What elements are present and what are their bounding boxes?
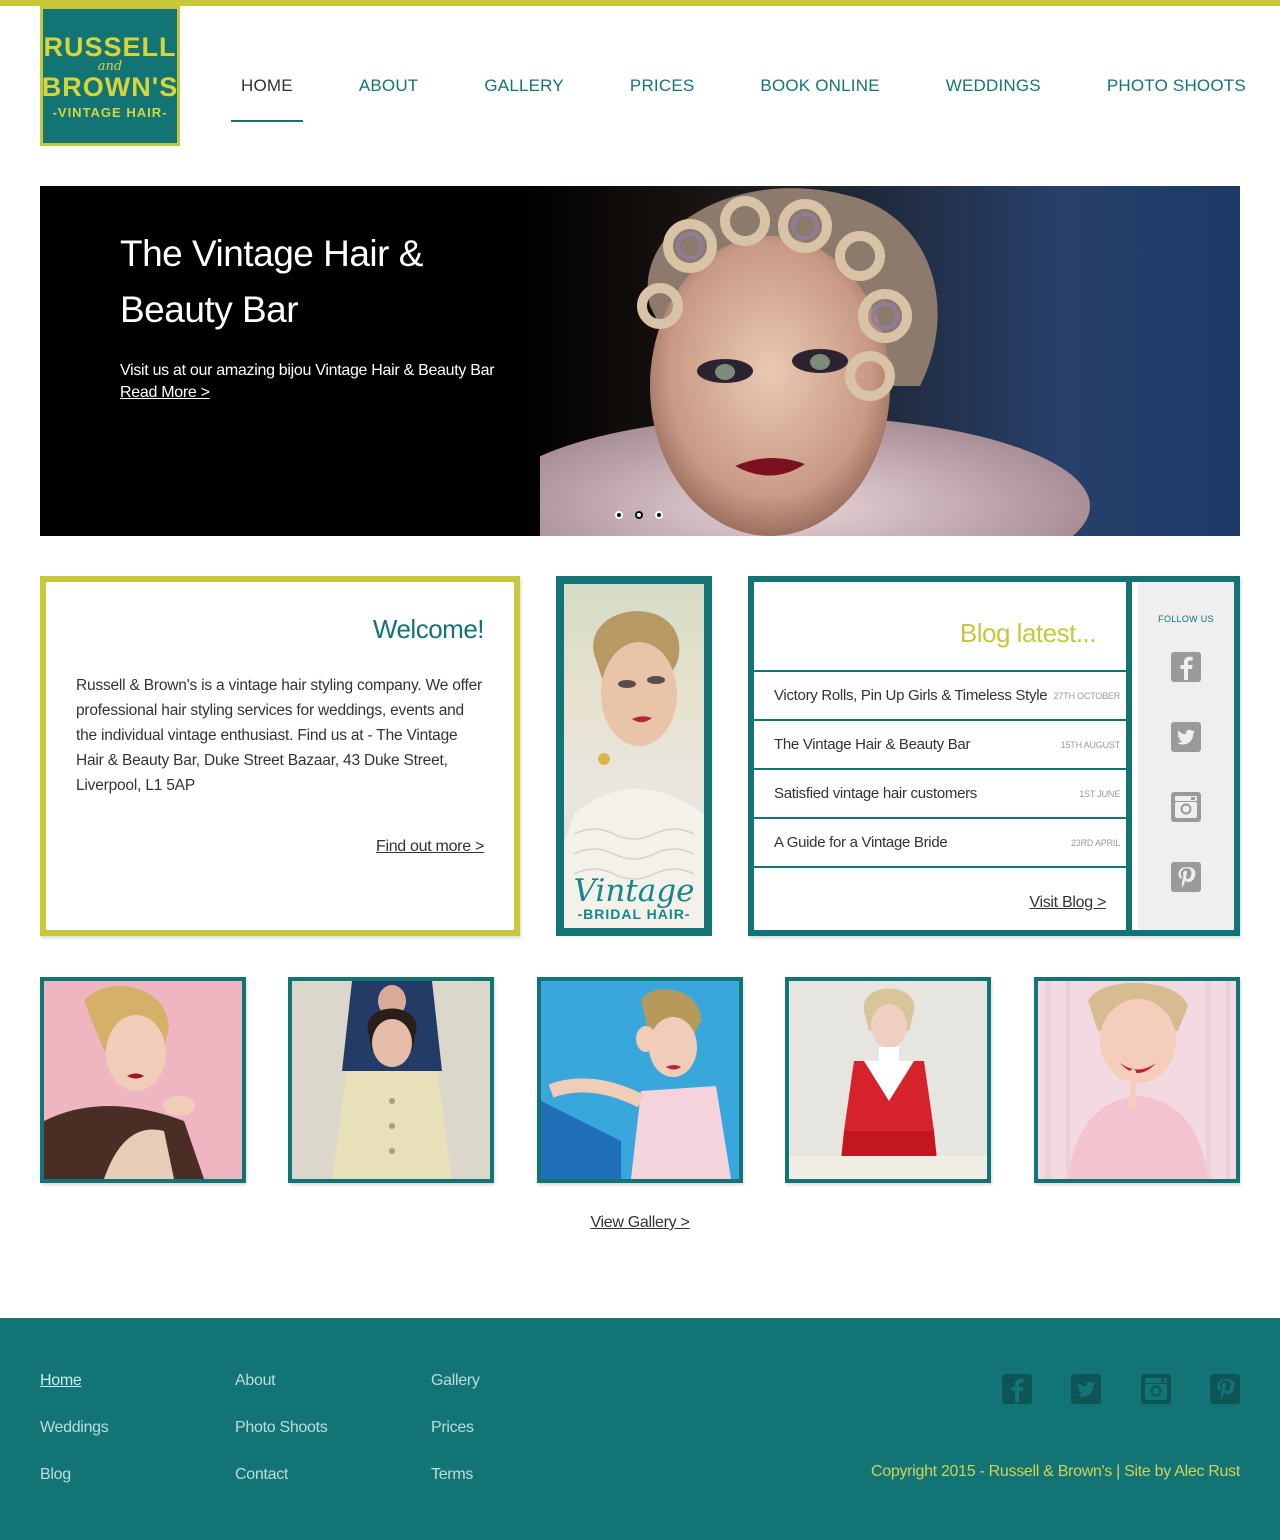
bridal-banner-subtitle: -BRIDAL HAIR- (577, 906, 691, 922)
footer-instagram-icon[interactable] (1141, 1374, 1171, 1404)
gallery-thumb-2[interactable] (288, 977, 494, 1183)
hero-title-line-1: The Vintage Hair & (120, 233, 423, 274)
gallery-thumb-1[interactable] (40, 977, 246, 1183)
vintage-bridal-banner[interactable]: Vintage -BRIDAL HAIR- (556, 576, 712, 936)
footer-link-weddings[interactable]: Weddings (40, 1419, 109, 1437)
slider-dots (615, 511, 663, 519)
nav-home[interactable]: HOME (208, 70, 326, 122)
twitter-icon[interactable] (1171, 722, 1201, 752)
gallery-thumb-4[interactable] (785, 977, 991, 1183)
gallery-image-3 (541, 981, 739, 1179)
blog-post-date: 27th October (1053, 690, 1121, 701)
hero-caption: The Vintage Hair & Beauty Bar Visit us a… (120, 226, 540, 402)
blog-post-date: 1st June (1079, 788, 1120, 799)
logo-line-2: and (97, 58, 123, 74)
hero-slider: The Vintage Hair & Beauty Bar Visit us a… (40, 186, 1240, 536)
slider-dot-2[interactable] (635, 511, 643, 519)
blog-post-title[interactable]: Satisfied vintage hair customers (774, 785, 977, 802)
main-nav: HOME ABOUT GALLERY PRICES BOOK ONLINE WE… (208, 70, 1279, 122)
pinterest-icon[interactable] (1171, 862, 1201, 892)
bridal-banner-text: Vintage -BRIDAL HAIR- (564, 873, 704, 923)
gallery-thumb-5[interactable] (1034, 977, 1240, 1183)
follow-us-sidebar: FOLLOW US (1138, 582, 1234, 930)
welcome-panel: Welcome! Russell & Brown's is a vintage … (40, 576, 520, 936)
blog-post-item[interactable]: Satisfied vintage hair customers 1st Jun… (754, 770, 1126, 819)
site-logo[interactable]: RUSSELL and BROWN'S -VINTAGE HAIR- (40, 6, 180, 146)
blog-post-title[interactable]: A Guide for a Vintage Bride (774, 834, 948, 851)
blog-post-date: 23rd April (1070, 837, 1120, 848)
logo-line-4: -VINTAGE HAIR- (52, 104, 168, 120)
blog-list: Victory Rolls, Pin Up Girls & Timeless S… (754, 670, 1126, 868)
hero-subtitle: Visit us at our amazing bijou Vintage Ha… (120, 362, 495, 379)
footer-link-terms[interactable]: Terms (431, 1466, 473, 1484)
footer-link-about[interactable]: About (235, 1372, 276, 1390)
logo-line-3: BROWN'S (41, 71, 179, 102)
view-gallery-link[interactable]: View Gallery > (590, 1214, 689, 1231)
footer-facebook-icon[interactable] (1002, 1374, 1032, 1404)
facebook-icon[interactable] (1171, 652, 1201, 682)
slider-dot-3[interactable] (655, 511, 663, 519)
nav-about[interactable]: ABOUT (326, 70, 452, 122)
footer-link-photo-shoots[interactable]: Photo Shoots (235, 1419, 328, 1437)
nav-gallery[interactable]: GALLERY (451, 70, 597, 122)
nav-weddings[interactable]: WEDDINGS (913, 70, 1074, 122)
hero-title: The Vintage Hair & Beauty Bar (120, 226, 540, 338)
blog-post-item[interactable]: The Vintage Hair & Beauty Bar 15th Augus… (754, 721, 1126, 770)
find-out-more-link[interactable]: Find out more > (376, 838, 484, 856)
bridal-banner-title: Vintage (573, 873, 695, 909)
blog-post-title[interactable]: Victory Rolls, Pin Up Girls & Timeless S… (774, 687, 1048, 704)
blog-panel: Blog latest... Victory Rolls, Pin Up Gir… (748, 576, 1240, 936)
visit-blog-link[interactable]: Visit Blog > (1029, 894, 1106, 912)
footer-link-gallery[interactable]: Gallery (431, 1372, 480, 1390)
welcome-heading: Welcome! (372, 614, 485, 644)
footer-copyright: Copyright 2015 - Russell & Brown's | Sit… (871, 1463, 1240, 1480)
footer-twitter-icon[interactable] (1071, 1374, 1101, 1404)
blog-post-item[interactable]: A Guide for a Vintage Bride 23rd April (754, 819, 1126, 868)
top-accent-bar (0, 0, 1280, 6)
blog-post-title[interactable]: The Vintage Hair & Beauty Bar (774, 736, 970, 753)
blog-post-date: 15th August (1060, 739, 1121, 750)
blog-post-item[interactable]: Victory Rolls, Pin Up Girls & Timeless S… (754, 672, 1126, 721)
gallery-image-4 (789, 981, 987, 1179)
hero-image (540, 188, 1090, 536)
slider-dot-1[interactable] (615, 511, 623, 519)
gallery-image-5 (1038, 981, 1236, 1179)
hero-read-more-link[interactable]: Read More > (120, 384, 210, 402)
logo-line-1: RUSSELL (43, 31, 177, 62)
gallery-image-1 (44, 981, 242, 1179)
footer-link-blog[interactable]: Blog (40, 1466, 71, 1484)
site-footer: Home About Gallery Weddings Photo Shoots… (0, 1318, 1280, 1540)
welcome-body: Russell & Brown's is a vintage hair styl… (76, 677, 482, 794)
footer-pinterest-icon[interactable] (1210, 1374, 1240, 1404)
follow-us-label: FOLLOW US (1158, 614, 1214, 624)
nav-prices[interactable]: PRICES (597, 70, 728, 122)
footer-link-home[interactable]: Home (40, 1372, 82, 1390)
footer-link-contact[interactable]: Contact (235, 1466, 288, 1484)
hero-title-line-2: Beauty Bar (120, 289, 299, 330)
footer-link-prices[interactable]: Prices (431, 1419, 474, 1437)
nav-photo-shoots[interactable]: PHOTO SHOOTS (1074, 70, 1279, 122)
blog-heading: Blog latest... (959, 618, 1097, 648)
nav-book-online[interactable]: BOOK ONLINE (727, 70, 912, 122)
gallery-image-2 (292, 981, 490, 1179)
gallery-thumb-3[interactable] (537, 977, 743, 1183)
view-gallery-wrapper: View Gallery > (0, 1212, 1280, 1232)
instagram-icon[interactable] (1171, 792, 1201, 822)
blog-main: Blog latest... Victory Rolls, Pin Up Gir… (754, 582, 1132, 930)
